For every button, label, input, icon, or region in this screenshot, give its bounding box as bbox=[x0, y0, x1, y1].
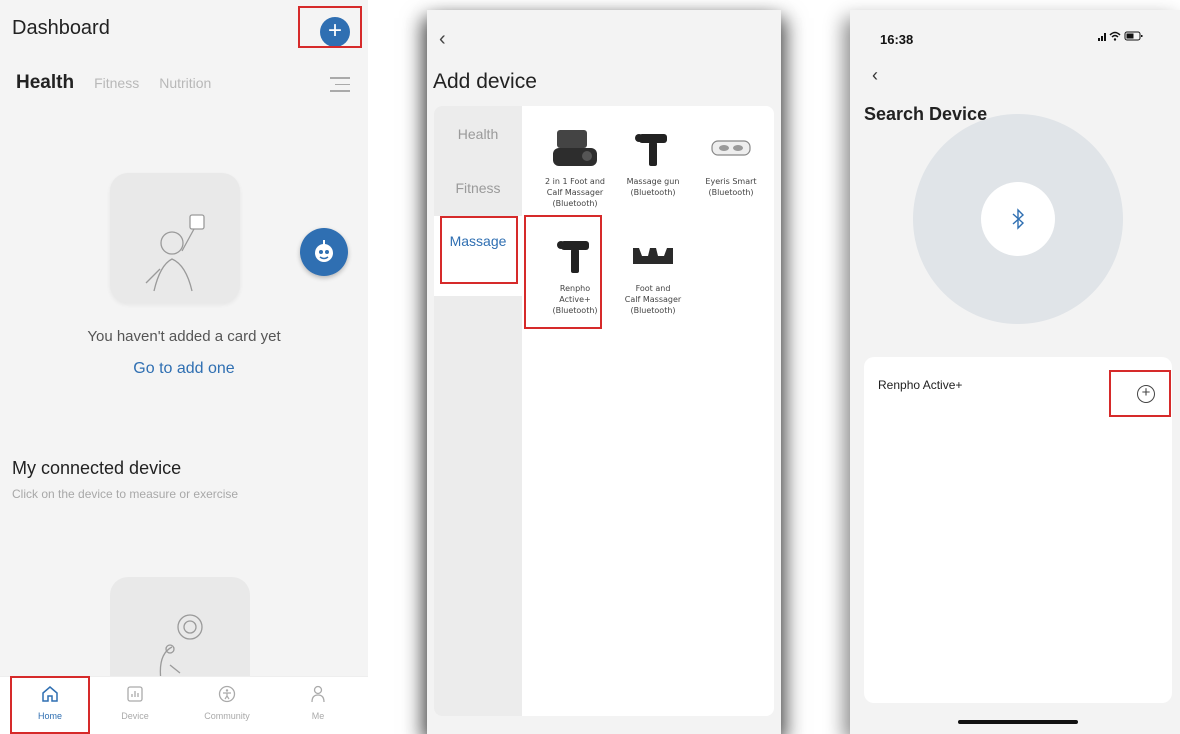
add-device-screen: ‹ Add device Health Fitness Massage 2 in… bbox=[427, 10, 781, 734]
highlight-box-add bbox=[298, 6, 362, 48]
chevron-left-icon: ‹ bbox=[439, 28, 446, 50]
chevron-left-icon: ‹ bbox=[872, 65, 878, 85]
page-title: Dashboard bbox=[12, 17, 110, 39]
tab-device-label: Device bbox=[121, 711, 149, 721]
category-list: Health Fitness Massage bbox=[434, 106, 522, 716]
connected-device-title: My connected device bbox=[12, 458, 182, 478]
home-indicator bbox=[958, 720, 1078, 724]
tab-nutrition[interactable]: Nutrition bbox=[159, 75, 211, 91]
highlight-box-massage bbox=[440, 216, 518, 284]
tutorial-canvas: Dashboard + Health Fitness Nutrition You… bbox=[0, 0, 1180, 734]
user-icon bbox=[311, 685, 325, 703]
device-foot-calf-2in1[interactable]: 2 in 1 Foot and Calf Massager (Bluetooth… bbox=[536, 124, 614, 209]
tab-fitness[interactable]: Fitness bbox=[94, 75, 139, 91]
highlight-box-add-result bbox=[1109, 370, 1171, 417]
device-massage-gun[interactable]: Massage gun (Bluetooth) bbox=[614, 124, 692, 198]
status-bar-icons bbox=[1098, 30, 1144, 45]
device-eyeris-smart[interactable]: Eyeris Smart (Bluetooth) bbox=[692, 124, 770, 198]
device-label: Eyeris Smart (Bluetooth) bbox=[705, 177, 757, 197]
person-icon bbox=[218, 685, 236, 703]
category-tabs: Health Fitness Nutrition bbox=[16, 72, 211, 94]
tab-me[interactable]: Me bbox=[283, 685, 353, 721]
category-fitness[interactable]: Fitness bbox=[434, 180, 522, 196]
foot-massager-icon bbox=[614, 231, 692, 279]
connected-device-illustration bbox=[110, 577, 250, 688]
highlight-box-home bbox=[10, 676, 90, 734]
search-device-screen: 16:38 ‹ Search Device Renpho Active+ + bbox=[850, 10, 1180, 734]
foot-calf-massager-icon bbox=[536, 124, 614, 172]
device-foot-calf[interactable]: Foot and Calf Massager (Bluetooth) bbox=[614, 231, 692, 316]
device-label: 2 in 1 Foot and Calf Massager (Bluetooth… bbox=[545, 177, 605, 208]
tab-community-label: Community bbox=[204, 711, 250, 721]
eye-massager-icon bbox=[692, 124, 770, 172]
bluetooth-icon bbox=[1012, 208, 1025, 230]
device-label: Foot and Calf Massager (Bluetooth) bbox=[624, 284, 682, 315]
highlight-box-renpho bbox=[524, 215, 602, 329]
tab-me-label: Me bbox=[311, 711, 325, 721]
back-button[interactable]: ‹ bbox=[872, 65, 878, 86]
connected-device-subtitle: Click on the device to measure or exerci… bbox=[12, 487, 239, 501]
device-catalog-panel: Health Fitness Massage 2 in 1 Foot and C… bbox=[434, 106, 774, 716]
page-title: Search Device bbox=[864, 104, 988, 124]
category-health[interactable]: Health bbox=[434, 126, 522, 142]
bluetooth-scan-indicator bbox=[981, 182, 1055, 256]
assistant-bot-button[interactable] bbox=[300, 228, 348, 276]
go-to-add-link[interactable]: Go to add one bbox=[0, 360, 368, 378]
status-time: 16:38 bbox=[880, 32, 914, 47]
signal-wifi-battery-icon bbox=[1098, 31, 1143, 41]
empty-card-illustration bbox=[110, 173, 240, 303]
chart-icon bbox=[127, 686, 143, 702]
massage-gun-icon bbox=[614, 124, 692, 172]
page-title: Add device bbox=[433, 70, 537, 93]
tab-device[interactable]: Device bbox=[100, 685, 170, 721]
device-label: Massage gun (Bluetooth) bbox=[626, 177, 680, 197]
result-device-name: Renpho Active+ bbox=[878, 378, 963, 392]
dashboard-screen: Dashboard + Health Fitness Nutrition You… bbox=[0, 0, 368, 734]
back-button[interactable]: ‹ bbox=[439, 28, 446, 51]
empty-state-text: You haven't added a card yet bbox=[87, 328, 281, 345]
menu-icon[interactable] bbox=[330, 77, 350, 93]
robot-icon bbox=[315, 240, 333, 262]
tab-community[interactable]: Community bbox=[192, 685, 262, 721]
tab-health[interactable]: Health bbox=[16, 72, 74, 94]
